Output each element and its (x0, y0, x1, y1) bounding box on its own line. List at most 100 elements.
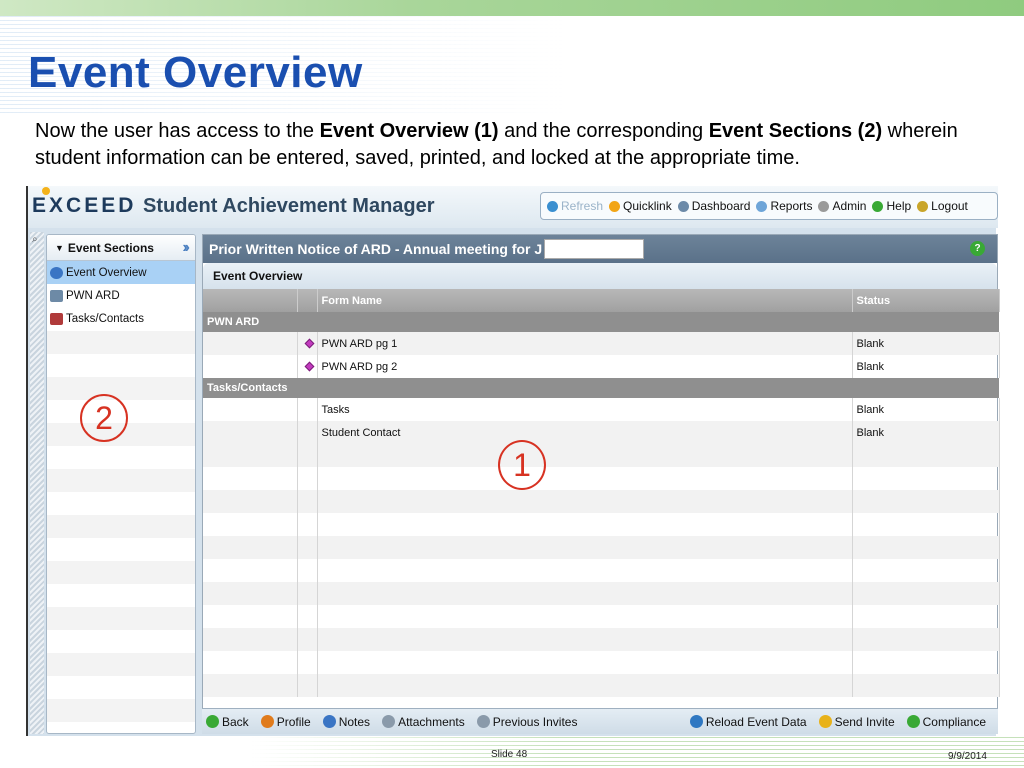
sidebar-collapse-strip[interactable] (30, 232, 44, 734)
double-chevron-icon[interactable]: ›› (182, 239, 189, 257)
table-row[interactable]: Tasks Blank (203, 398, 1000, 421)
empty-cell (297, 444, 318, 467)
forms-table: Form Name Status PWN ARD PWN ARD pg 1 Blan… (203, 289, 1000, 697)
nav-admin[interactable]: Admin (818, 199, 866, 213)
nav-logout[interactable]: Logout (917, 199, 968, 213)
section-item-pwn-ard[interactable]: PWN ARD (47, 284, 195, 307)
cell-status: Blank (852, 332, 1000, 355)
logo-x: X (49, 194, 67, 217)
nav-label: Refresh (561, 199, 604, 213)
table-row[interactable]: PWN ARD pg 1 Blank (203, 332, 1000, 355)
help-icon[interactable]: ? (970, 241, 985, 256)
check-icon (906, 715, 920, 728)
table-row[interactable]: Student Contact Blank (203, 421, 1000, 444)
empty-cell (852, 513, 1000, 536)
toolbar-label: Notes (338, 714, 371, 729)
empty-cell (297, 559, 318, 582)
previous-invites-icon (476, 715, 490, 728)
cell-form-name[interactable]: Tasks (317, 398, 853, 421)
empty-cell (203, 513, 298, 536)
attachments-icon (382, 715, 396, 728)
cell-marker (297, 421, 318, 444)
col-form-name[interactable]: Form Name (317, 289, 853, 312)
toolbar-label: Attachments (398, 714, 465, 729)
table-row[interactable]: PWN ARD pg 2 Blank (203, 355, 1000, 378)
cell-form-name[interactable]: Student Contact (317, 421, 853, 444)
cell-status: Blank (852, 398, 1000, 421)
toolbar-label: Previous Invites (492, 714, 578, 729)
cell-blank (203, 332, 298, 355)
toolbar-back-button[interactable]: Back (206, 715, 249, 729)
quicklink-icon (609, 200, 621, 212)
empty-cell (203, 651, 298, 674)
empty-row (203, 559, 1000, 582)
app-header: EX CEED Student Achievement Manager Refre… (28, 186, 998, 228)
empty-row (203, 536, 1000, 559)
empty-cell (203, 490, 298, 513)
empty-cell (317, 605, 853, 628)
event-overview-subtitle: Event Overview (203, 263, 997, 289)
nav-label: Logout (931, 199, 968, 213)
toolbar-label: Profile (276, 714, 311, 729)
empty-cell (317, 651, 853, 674)
empty-cell (297, 628, 318, 651)
profile-icon (260, 715, 274, 728)
nav-label: Reports (770, 199, 813, 213)
nav-label: Admin (832, 199, 867, 213)
toolbar-compliance-button[interactable]: Compliance (906, 714, 986, 729)
nav-dashboard[interactable]: Dashboard (677, 199, 750, 213)
toolbar-reload-event-data-button[interactable]: Reload Event Data (689, 714, 807, 729)
table-header-row: Form Name Status (203, 289, 1000, 312)
toolbar-label: Compliance (922, 714, 986, 729)
nav-quicklink[interactable]: Quicklink (609, 199, 672, 213)
section-label: Event Overview (66, 266, 147, 279)
slide-title: Event Overview (28, 48, 363, 97)
event-title-text: Prior Written Notice of ARD - Annual mee… (209, 241, 543, 257)
empty-cell (852, 467, 1000, 490)
footer-decor (252, 737, 1024, 768)
cell-blank (203, 355, 298, 378)
section-item-event-overview[interactable]: Event Overview (47, 261, 195, 284)
empty-cell (203, 582, 298, 605)
toolbar-notes-button[interactable]: Notes (322, 714, 371, 729)
search-icon[interactable]: ⌕ (32, 234, 38, 245)
empty-cell (852, 559, 1000, 582)
cell-form-name[interactable]: PWN ARD pg 1 (317, 332, 853, 355)
empty-cell (317, 513, 853, 536)
empty-cell (317, 490, 853, 513)
empty-row (203, 467, 1000, 490)
cell-status: Blank (852, 421, 1000, 444)
section-item-tasks-contacts[interactable]: Tasks/Contacts (47, 307, 195, 330)
nav-help[interactable]: Help (872, 199, 911, 213)
empty-cell (203, 467, 298, 490)
empty-row (203, 651, 1000, 674)
dashboard-icon (677, 200, 689, 212)
empty-row (203, 628, 1000, 651)
nav-refresh[interactable]: Refresh (547, 199, 603, 213)
tasks-icon (50, 312, 63, 325)
cell-blank (203, 398, 298, 421)
empty-cell (852, 605, 1000, 628)
event-panel-title: Prior Written Notice of ARD - Annual mee… (203, 235, 997, 263)
empty-cell (852, 651, 1000, 674)
cell-form-name[interactable]: PWN ARD pg 2 (317, 355, 853, 378)
toolbar-send-invite-button[interactable]: Send Invite (818, 715, 895, 729)
section-label: PWN ARD (66, 289, 120, 302)
callout-2: 2 (80, 394, 128, 442)
event-sections-header[interactable]: ▼ Event Sections ›› (47, 235, 195, 261)
toolbar-previous-invites-button[interactable]: Previous Invites (476, 714, 578, 729)
nav-label: Help (886, 199, 912, 213)
toolbar-label: Reload Event Data (705, 714, 807, 729)
back-arrow-icon (206, 715, 219, 728)
event-sections-pane: ▼ Event Sections ›› Event Overview PWN AR… (46, 234, 196, 734)
empty-cell (297, 605, 318, 628)
empty-cell (203, 536, 298, 559)
nav-reports[interactable]: Reports (756, 199, 812, 213)
empty-cell (203, 674, 298, 697)
app-name: Student Achievement Manager (143, 195, 435, 217)
toolbar-profile-button[interactable]: Profile (260, 714, 311, 729)
empty-cell (317, 444, 853, 467)
col-status[interactable]: Status (852, 289, 1000, 312)
toolbar-attachments-button[interactable]: Attachments (382, 715, 465, 729)
slide-number: Slide 48 (491, 749, 528, 760)
